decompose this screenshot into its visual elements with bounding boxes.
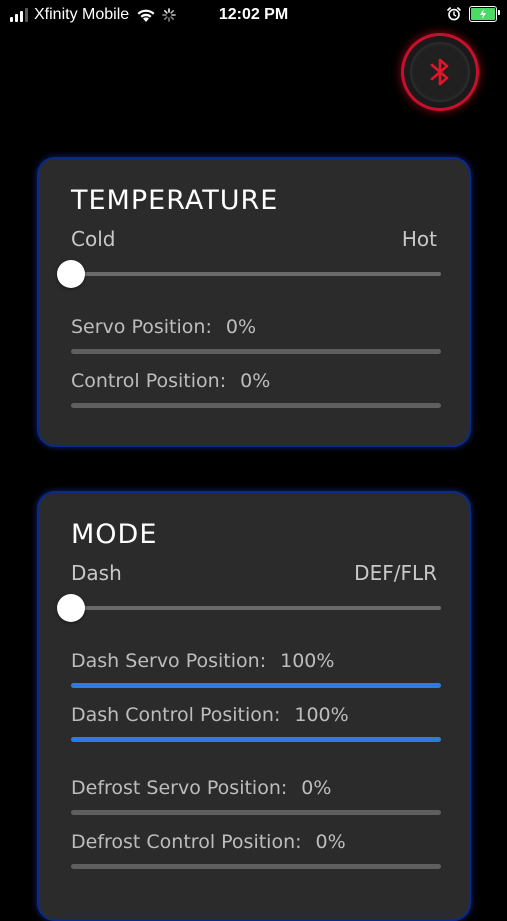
defrost-control-position-text: Defrost Control Position: — [71, 831, 302, 853]
alarm-clock-icon — [447, 7, 461, 21]
status-bar: Xfinity Mobile 12:02 PM — [0, 0, 507, 32]
bluetooth-button-face — [410, 42, 470, 102]
defrost-servo-position-value: 0% — [301, 777, 332, 799]
dash-servo-position-value: 100% — [280, 650, 335, 672]
battery-charging-icon — [469, 6, 500, 22]
mode-max-label: DEF/FLR — [354, 561, 437, 585]
dash-control-position-text: Dash Control Position: — [71, 704, 281, 726]
temperature-title: TEMPERATURE — [71, 185, 279, 216]
dash-servo-position-text: Dash Servo Position: — [71, 650, 267, 672]
temperature-max-label: Hot — [401, 227, 437, 251]
control-position-label: Control Position: 0% — [71, 370, 270, 392]
dash-servo-position-bar — [71, 683, 441, 688]
temperature-min-label: Cold — [71, 227, 116, 251]
mode-min-label: Dash — [71, 561, 122, 585]
control-position-value: 0% — [240, 370, 271, 392]
dash-servo-position-label: Dash Servo Position: 100% — [71, 650, 334, 672]
servo-position-bar — [71, 349, 441, 354]
mode-slider[interactable] — [57, 594, 441, 622]
mode-title: MODE — [71, 519, 158, 550]
control-position-bar — [71, 403, 441, 408]
defrost-control-position-bar — [71, 864, 441, 869]
dash-control-position-value: 100% — [294, 704, 349, 726]
servo-position-label: Servo Position: 0% — [71, 316, 256, 338]
status-bar-time: 12:02 PM — [218, 6, 289, 23]
defrost-servo-position-text: Defrost Servo Position: — [71, 777, 288, 799]
defrost-control-position-value: 0% — [315, 831, 346, 853]
bluetooth-icon — [430, 58, 449, 86]
defrost-servo-position-label: Defrost Servo Position: 0% — [71, 777, 331, 799]
servo-position-text: Servo Position: — [71, 316, 212, 338]
dash-control-position-bar — [71, 737, 441, 742]
defrost-control-position-label: Defrost Control Position: 0% — [71, 831, 346, 853]
temperature-slider[interactable] — [57, 260, 441, 288]
dash-control-position-label: Dash Control Position: 100% — [71, 704, 349, 726]
mode-card: MODE Dash DEF/FLR Dash Servo Position: 10… — [37, 491, 471, 921]
temperature-slider-thumb[interactable] — [57, 260, 85, 288]
status-bar-right — [447, 6, 500, 22]
dash-control-position-bar-fill — [71, 737, 441, 742]
dash-servo-position-bar-fill — [71, 683, 441, 688]
servo-position-value: 0% — [225, 316, 257, 338]
defrost-servo-position-bar — [71, 810, 441, 815]
temperature-card: TEMPERATURE Cold Hot Servo Position: 0% C… — [37, 157, 471, 447]
mode-slider-thumb[interactable] — [57, 594, 85, 622]
control-position-text: Control Position: — [71, 370, 227, 392]
bluetooth-button[interactable] — [404, 36, 476, 108]
